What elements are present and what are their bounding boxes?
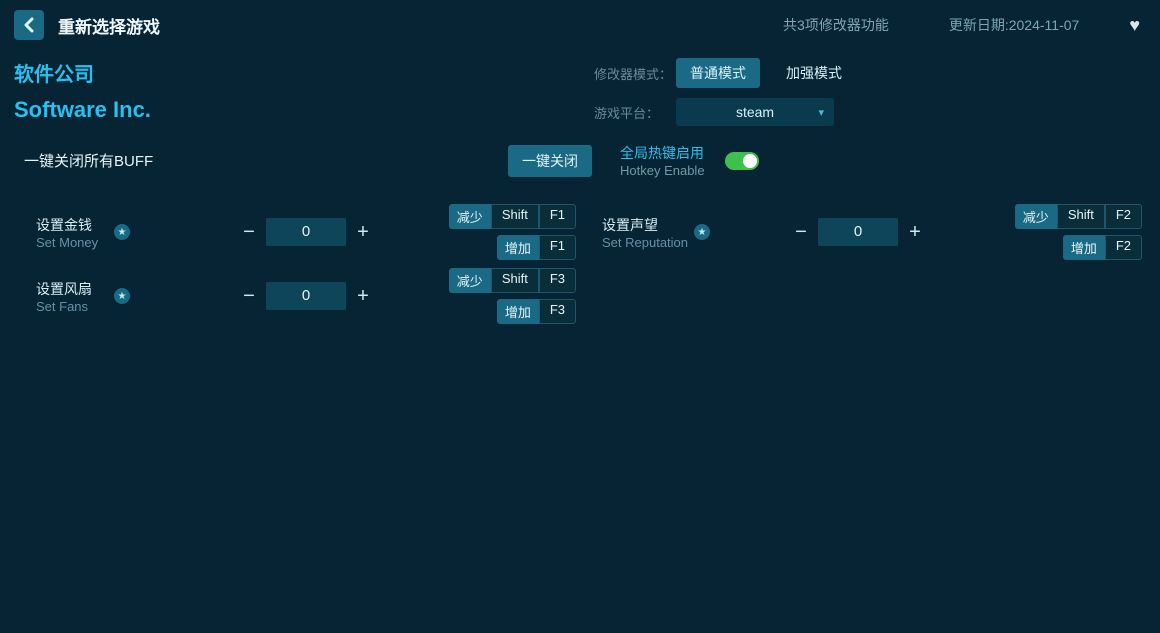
mode-label: 修改器模式： [594,64,676,83]
chevron-down-icon: ▾ [818,106,824,119]
hotkey-decrease: 减少 Shift F3 [449,268,576,293]
star-icon[interactable]: ★ [114,288,130,304]
cheat-row-set-money: 设置金钱 Set Money ★ − 0 + 减少 Shift F1 [14,200,580,264]
value-input[interactable]: 0 [266,218,346,246]
cheat-label-en: Set Fans [36,299,110,314]
close-buff-label: 一键关闭所有BUFF [24,150,508,171]
cheat-label-cn: 设置金钱 [36,215,110,235]
platform-value: steam [736,104,774,120]
update-date: 更新日期:2024-11-07 [949,15,1079,35]
cheat-label-en: Set Money [36,235,110,250]
cheat-label-en: Set Reputation [602,235,690,250]
increase-button[interactable]: + [352,285,374,307]
game-name-en: Software Inc. [14,97,594,123]
back-button[interactable] [14,10,44,40]
chevron-left-icon [22,17,36,33]
hotkey-decrease: 减少 Shift F2 [1015,204,1142,229]
hotkey-increase: 增加 F2 [1063,235,1142,260]
hotkey-enable-en: Hotkey Enable [620,163,705,178]
platform-select[interactable]: steam ▾ [676,98,834,126]
hotkey-increase: 增加 F3 [497,299,576,324]
mode-normal-button[interactable]: 普通模式 [676,58,760,88]
increase-button[interactable]: + [352,221,374,243]
cheat-row-set-reputation: 设置声望 Set Reputation ★ − 0 + 减少 Shift F2 [580,200,1146,264]
cheat-label-cn: 设置风扇 [36,279,110,299]
decrease-button[interactable]: − [238,221,260,243]
value-input[interactable]: 0 [266,282,346,310]
cheat-row-set-fans: 设置风扇 Set Fans ★ − 0 + 减少 Shift F3 增 [14,264,580,328]
favorite-icon[interactable]: ♥ [1129,15,1140,36]
mode-enhanced-button[interactable]: 加强模式 [772,58,856,88]
value-input[interactable]: 0 [818,218,898,246]
star-icon[interactable]: ★ [114,224,130,240]
star-icon[interactable]: ★ [694,224,710,240]
hotkey-increase: 增加 F1 [497,235,576,260]
platform-label: 游戏平台： [594,103,676,122]
hotkey-decrease: 减少 Shift F1 [449,204,576,229]
decrease-button[interactable]: − [790,221,812,243]
features-count: 共3项修改器功能 [783,15,889,35]
decrease-button[interactable]: − [238,285,260,307]
hotkey-enable-toggle[interactable] [725,152,759,170]
close-buff-button[interactable]: 一键关闭 [508,145,592,177]
increase-button[interactable]: + [904,221,926,243]
cheat-label-cn: 设置声望 [602,215,690,235]
page-title: 重新选择游戏 [58,13,160,38]
game-name-cn: 软件公司 [14,58,594,87]
hotkey-enable-cn: 全局热键启用 [620,143,705,163]
